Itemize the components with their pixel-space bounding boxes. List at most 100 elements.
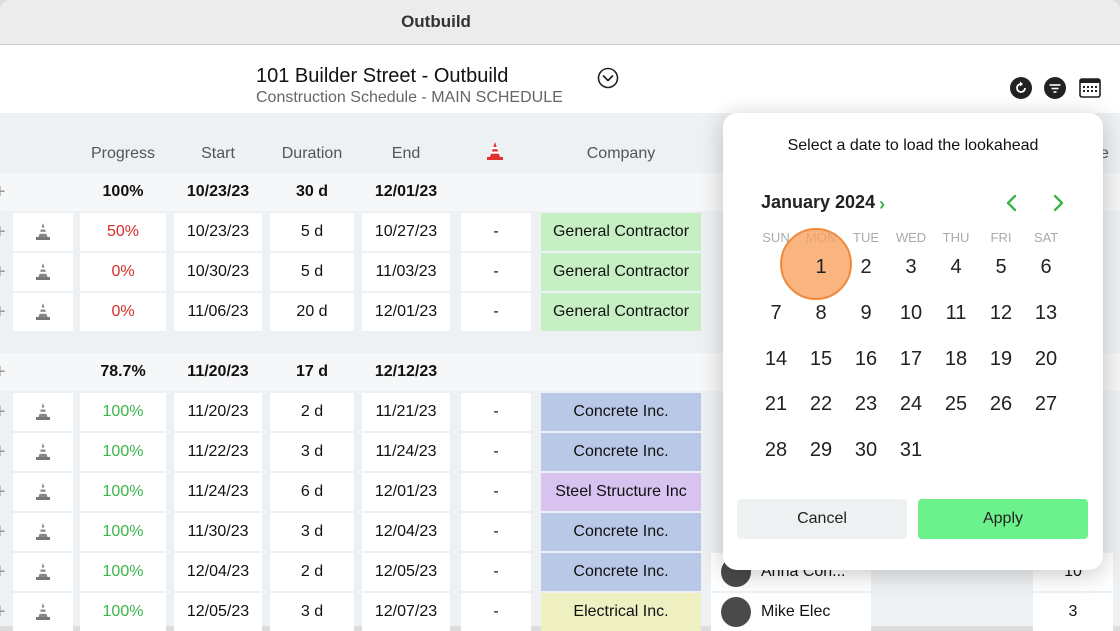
traffic-cone-icon[interactable] bbox=[34, 482, 52, 502]
constraint-cell[interactable] bbox=[13, 293, 73, 331]
calendar-day[interactable]: 21 bbox=[754, 389, 798, 419]
progress-cell[interactable]: 100% bbox=[80, 173, 166, 211]
calendar-day[interactable]: 31 bbox=[889, 435, 933, 465]
constraint-value-cell[interactable]: - bbox=[461, 253, 531, 291]
add-row-icon[interactable]: + bbox=[0, 393, 6, 431]
end-cell[interactable]: 11/24/23 bbox=[362, 433, 450, 471]
duration-cell[interactable]: 5 d bbox=[270, 253, 354, 291]
calendar-day[interactable]: 27 bbox=[1024, 389, 1068, 419]
calendar-day[interactable]: 3 bbox=[889, 252, 933, 282]
column-company[interactable]: Company bbox=[541, 145, 701, 165]
column-duration[interactable]: Duration bbox=[270, 145, 354, 165]
duration-cell[interactable]: 2 d bbox=[270, 553, 354, 591]
calendar-day[interactable]: 10 bbox=[889, 298, 933, 328]
traffic-cone-icon[interactable] bbox=[34, 262, 52, 282]
constraint-cell[interactable] bbox=[13, 433, 73, 471]
calendar-day[interactable]: 12 bbox=[979, 298, 1023, 328]
duration-cell[interactable]: 20 d bbox=[270, 293, 354, 331]
add-row-icon[interactable]: + bbox=[0, 253, 6, 291]
end-cell[interactable]: 12/07/23 bbox=[362, 593, 450, 631]
responsible-cell[interactable]: Mike Elec bbox=[711, 593, 871, 631]
add-row-icon[interactable]: + bbox=[0, 593, 6, 631]
add-row-icon[interactable]: + bbox=[0, 213, 6, 251]
constraint-value-cell[interactable]: - bbox=[461, 213, 531, 251]
calendar-day[interactable]: 15 bbox=[799, 344, 843, 374]
duration-cell[interactable]: 30 d bbox=[270, 173, 354, 211]
constraint-value-cell[interactable]: - bbox=[461, 393, 531, 431]
duration-cell[interactable]: 6 d bbox=[270, 473, 354, 511]
calendar-day[interactable]: 5 bbox=[979, 252, 1023, 282]
progress-cell[interactable]: 0% bbox=[80, 293, 166, 331]
calendar-day[interactable]: 4 bbox=[934, 252, 978, 282]
progress-cell[interactable]: 0% bbox=[80, 253, 166, 291]
end-cell[interactable]: 12/04/23 bbox=[362, 513, 450, 551]
end-cell[interactable]: 12/01/23 bbox=[362, 293, 450, 331]
calendar-day[interactable]: 8 bbox=[799, 298, 843, 328]
progress-cell[interactable]: 100% bbox=[80, 433, 166, 471]
duration-cell[interactable]: 3 d bbox=[270, 433, 354, 471]
start-cell[interactable]: 11/24/23 bbox=[174, 473, 262, 511]
calendar-day[interactable]: 20 bbox=[1024, 344, 1068, 374]
company-cell[interactable]: Concrete Inc. bbox=[541, 553, 701, 591]
calendar-day[interactable]: 16 bbox=[844, 344, 888, 374]
calendar-day[interactable]: 18 bbox=[934, 344, 978, 374]
progress-cell[interactable]: 100% bbox=[80, 553, 166, 591]
table-row[interactable]: +100%12/05/233 d12/07/23-Electrical Inc.… bbox=[0, 593, 1120, 631]
traffic-cone-icon[interactable] bbox=[34, 522, 52, 542]
constraint-cell[interactable] bbox=[13, 393, 73, 431]
calendar-icon[interactable] bbox=[1078, 76, 1102, 100]
company-cell[interactable]: Steel Structure Inc bbox=[541, 473, 701, 511]
progress-cell[interactable]: 78.7% bbox=[80, 353, 166, 391]
company-cell[interactable]: General Contractor bbox=[541, 293, 701, 331]
duration-cell[interactable]: 17 d bbox=[270, 353, 354, 391]
traffic-cone-icon[interactable] bbox=[34, 222, 52, 242]
start-cell[interactable]: 10/30/23 bbox=[174, 253, 262, 291]
filter-icon[interactable] bbox=[1043, 76, 1067, 100]
calendar-day[interactable]: 11 bbox=[934, 298, 978, 328]
month-label[interactable]: January 2024 bbox=[761, 192, 875, 213]
end-cell[interactable]: 12/01/23 bbox=[362, 173, 450, 211]
constraint-value-cell[interactable]: - bbox=[461, 293, 531, 331]
calendar-day[interactable]: 14 bbox=[754, 344, 798, 374]
calendar-day[interactable]: 24 bbox=[889, 389, 933, 419]
constraint-cell[interactable] bbox=[13, 473, 73, 511]
month-expand-icon[interactable]: › bbox=[879, 194, 885, 215]
calendar-day[interactable]: 9 bbox=[844, 298, 888, 328]
constraint-value-cell[interactable]: - bbox=[461, 513, 531, 551]
company-cell[interactable]: Concrete Inc. bbox=[541, 393, 701, 431]
calendar-day[interactable]: 13 bbox=[1024, 298, 1068, 328]
traffic-cone-icon[interactable] bbox=[34, 442, 52, 462]
add-row-icon[interactable]: + bbox=[0, 353, 6, 391]
calendar-day[interactable]: 6 bbox=[1024, 252, 1068, 282]
duration-cell[interactable]: 2 d bbox=[270, 393, 354, 431]
constraint-value-cell[interactable]: - bbox=[461, 593, 531, 631]
constraint-value-cell[interactable]: - bbox=[461, 433, 531, 471]
calendar-day[interactable]: 28 bbox=[754, 435, 798, 465]
add-row-icon[interactable]: + bbox=[0, 173, 6, 211]
constraint-cell[interactable] bbox=[13, 593, 73, 631]
apply-button[interactable]: Apply bbox=[918, 499, 1088, 539]
start-cell[interactable]: 12/04/23 bbox=[174, 553, 262, 591]
add-row-icon[interactable]: + bbox=[0, 513, 6, 551]
end-cell[interactable]: 10/27/23 bbox=[362, 213, 450, 251]
duration-cell[interactable]: 3 d bbox=[270, 593, 354, 631]
constraint-cell[interactable] bbox=[13, 513, 73, 551]
start-cell[interactable]: 10/23/23 bbox=[174, 173, 262, 211]
calendar-day[interactable]: 30 bbox=[844, 435, 888, 465]
progress-cell[interactable]: 100% bbox=[80, 473, 166, 511]
end-cell[interactable]: 12/12/23 bbox=[362, 353, 450, 391]
start-cell[interactable]: 11/20/23 bbox=[174, 393, 262, 431]
duration-cell[interactable]: 3 d bbox=[270, 513, 354, 551]
company-cell[interactable]: Concrete Inc. bbox=[541, 433, 701, 471]
start-cell[interactable]: 11/22/23 bbox=[174, 433, 262, 471]
calendar-day[interactable]: 19 bbox=[979, 344, 1023, 374]
end-cell[interactable]: 12/01/23 bbox=[362, 473, 450, 511]
constraint-value-cell[interactable]: - bbox=[461, 553, 531, 591]
next-month-icon[interactable] bbox=[1046, 191, 1070, 215]
start-cell[interactable]: 10/23/23 bbox=[174, 213, 262, 251]
calendar-day[interactable]: 23 bbox=[844, 389, 888, 419]
calendar-day[interactable]: 25 bbox=[934, 389, 978, 419]
add-row-icon[interactable]: + bbox=[0, 553, 6, 591]
add-row-icon[interactable]: + bbox=[0, 433, 6, 471]
add-row-icon[interactable]: + bbox=[0, 473, 6, 511]
